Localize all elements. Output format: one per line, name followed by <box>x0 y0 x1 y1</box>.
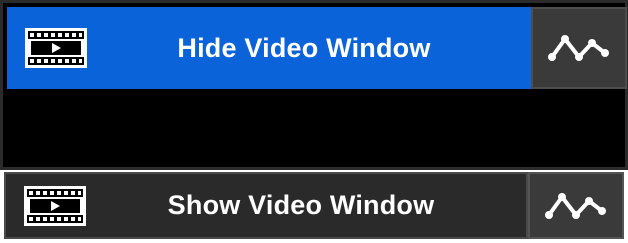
waveform-icon <box>548 35 609 61</box>
show-video-window-button[interactable]: Show Video Window <box>4 172 528 239</box>
film-icon <box>24 185 86 226</box>
video-panel-collapsed: Show Video Window <box>0 170 628 243</box>
waveform-button-bottom[interactable] <box>528 172 624 239</box>
video-toolbar-top: Hide Video Window <box>7 7 627 89</box>
video-panel-expanded: Hide Video Window <box>0 0 628 170</box>
video-toolbar-bottom: Show Video Window <box>4 172 624 239</box>
hide-video-window-button[interactable]: Hide Video Window <box>7 7 531 89</box>
waveform-icon <box>545 192 606 219</box>
film-icon <box>25 28 87 68</box>
waveform-button-top[interactable] <box>531 7 627 89</box>
